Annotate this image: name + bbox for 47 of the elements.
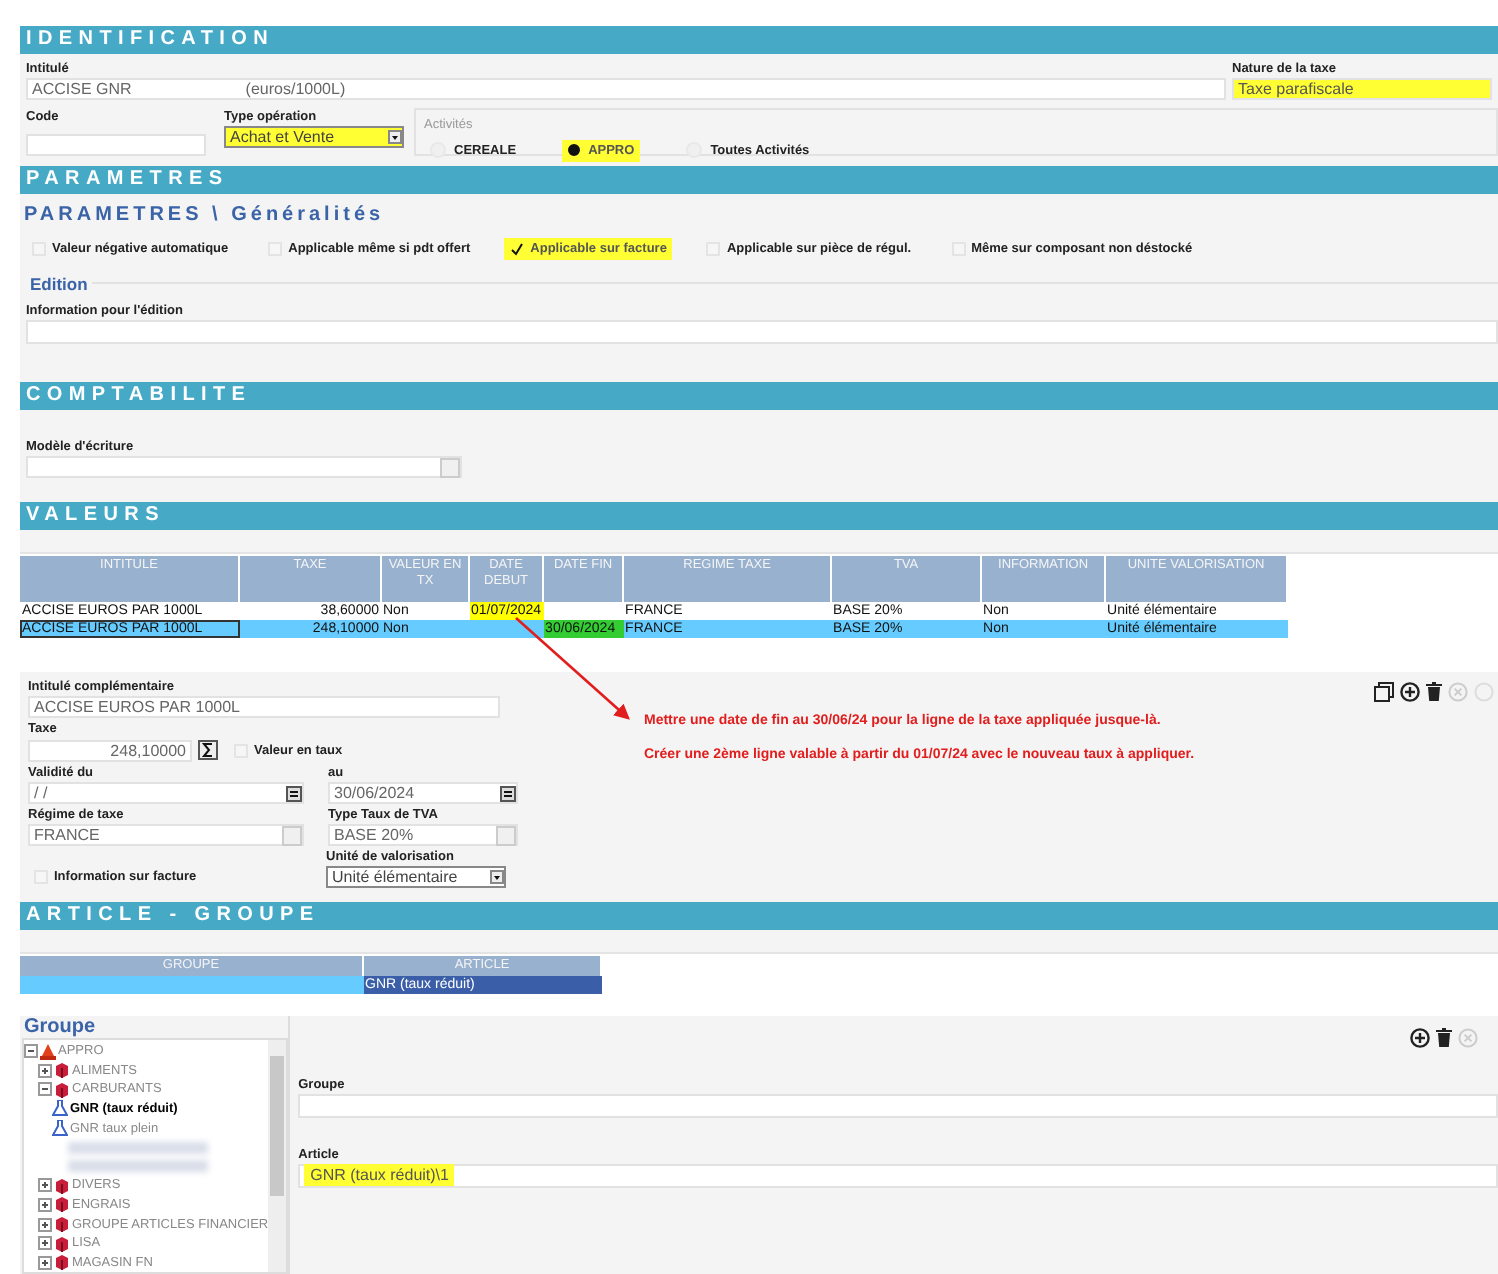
section-subtitle: PARAMETRES \ Généralités [24,204,387,226]
expand-icon[interactable] [38,1236,52,1251]
collapse-icon[interactable] [38,1082,52,1097]
sigma-icon [198,740,218,760]
date-field[interactable]: 30/06/2024 [328,782,518,804]
section-header: ARTICLE - GROUPE [20,902,1498,930]
dropdown[interactable]: Achat et Vente [224,126,404,148]
expand-icon[interactable] [38,1178,52,1193]
section-header: COMPTABILITE [20,382,1498,410]
expand-icon[interactable] [38,1197,52,1212]
calendar-icon [286,785,302,801]
fieldset-legend: Groupe [20,1015,289,1038]
text-field[interactable]: 248,10000 [28,739,192,761]
section-header: IDENTIFICATION [20,26,1498,54]
expand-icon[interactable] [38,1255,52,1270]
copy-icon[interactable] [1374,682,1394,702]
date-field[interactable]: / / [28,782,304,804]
expand-icon[interactable] [38,1217,52,1232]
lookup-field[interactable]: FRANCE [28,824,304,846]
text-field[interactable] [26,134,206,156]
cone-icon [40,1043,56,1060]
section-header: VALEURS [20,502,1498,530]
caret-icon [490,870,504,884]
text-field[interactable]: GNR (taux réduit)\1 [298,1163,1498,1188]
add-icon[interactable] [1410,1027,1431,1048]
text-field[interactable] [26,320,1498,344]
add-icon[interactable] [1400,682,1420,702]
sum-button[interactable] [198,738,222,762]
section-header: PARAMETRES [20,166,1498,194]
calendar-icon [500,785,516,801]
text-field[interactable]: ACCISE GNR (euros/1000L) [26,78,1226,100]
caret-icon [388,130,402,144]
text-field[interactable]: ACCISE EUROS PAR 1000L [28,696,500,718]
blurred-item [68,1141,208,1154]
blurred-item [68,1160,208,1173]
lookup-field[interactable]: BASE 20% [328,824,518,846]
fieldset-legend: Edition [26,274,92,294]
text-field[interactable] [298,1093,1498,1118]
trash-icon[interactable] [1436,1027,1453,1048]
trash-icon[interactable] [1426,682,1442,702]
text-field[interactable]: Taxe parafiscale [1232,78,1492,100]
collapse-icon[interactable] [24,1044,38,1059]
check-icon [510,242,525,256]
dropdown[interactable]: Unité élémentaire [326,866,506,888]
expand-icon[interactable] [38,1063,52,1078]
scrollbar[interactable] [268,1039,287,1272]
lookup-field[interactable] [26,456,462,478]
